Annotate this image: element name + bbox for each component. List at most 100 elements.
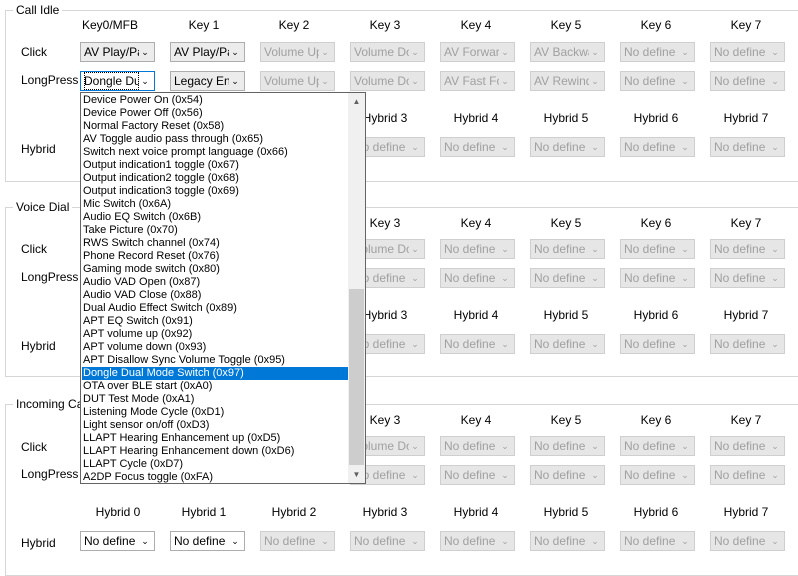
call-idle-click-key2-select: Volume Up ⌄: [260, 42, 335, 62]
column-header: Hybrid 7: [723, 505, 769, 519]
call-idle-hybrid-key4-select: No define ⌄: [440, 137, 515, 157]
voice-dial-click-key5-select: No define ⌄: [530, 239, 605, 259]
select-value: No define: [444, 534, 496, 548]
dropdown-option[interactable]: Output indication3 toggle (0x69): [82, 185, 349, 198]
select-value: Volume Up: [264, 74, 319, 88]
select-value: No define: [534, 534, 586, 548]
column-header: Key 4: [460, 18, 492, 32]
hybrid-header: Hybrid 5: [543, 308, 589, 322]
column-header: Key 5: [550, 413, 582, 427]
dropdown-option[interactable]: Audio EQ Switch (0x6B): [82, 211, 349, 224]
select-value: No define: [714, 534, 766, 548]
dropdown-option[interactable]: Mic Switch (0x6A): [82, 198, 349, 211]
select-value: No define: [444, 242, 496, 256]
incoming-call-longpress-key5-select: No define ⌄: [530, 465, 605, 485]
chevron-down-icon: ⌄: [141, 47, 149, 57]
chevron-down-icon: ⌄: [771, 339, 779, 349]
action-dropdown-list[interactable]: Device Power On (0x54) Device Power Off (…: [80, 92, 366, 484]
chevron-down-icon: ⌄: [591, 76, 599, 86]
call-idle-click-key1-select[interactable]: AV Play/Pause⌄: [170, 42, 245, 62]
dropdown-option[interactable]: Dongle Dual Mode Switch (0x97): [82, 367, 349, 380]
dropdown-option[interactable]: DUT Test Mode (0xA1): [82, 393, 349, 406]
voice-dial-hybrid-key4-select: No define ⌄: [440, 334, 515, 354]
select-value: No define: [534, 242, 586, 256]
voice-dial-longpress-key4-select: No define ⌄: [440, 268, 515, 288]
select-value: No define: [624, 140, 676, 154]
chevron-down-icon: ⌄: [411, 470, 419, 480]
dropdown-option[interactable]: RWS Switch channel (0x74): [82, 237, 349, 250]
select-value: No define: [624, 337, 676, 351]
hybrid-header: Hybrid 5: [543, 111, 589, 125]
dropdown-option[interactable]: Device Power Off (0x56): [82, 107, 349, 120]
dropdown-option[interactable]: Audio VAD Open (0x87): [82, 276, 349, 289]
dropdown-option[interactable]: LLAPT Cycle (0xD7): [82, 458, 349, 471]
chevron-down-icon: ⌄: [681, 339, 689, 349]
dropdown-option[interactable]: APT volume down (0x93): [82, 341, 349, 354]
column-header: Key 5: [550, 216, 582, 230]
dropdown-option[interactable]: APT volume up (0x92): [82, 328, 349, 341]
select-value: No define: [714, 439, 766, 453]
hybrid-header: Hybrid 6: [633, 111, 679, 125]
incoming-call-hybrid-key4-select: No define ⌄: [440, 531, 515, 551]
chevron-down-icon: ⌄: [141, 76, 149, 86]
dropdown-option[interactable]: Phone Record Reset (0x76): [82, 250, 349, 263]
dropdown-option[interactable]: LLAPT Hearing Enhancement up (0xD5): [82, 432, 349, 445]
column-header: Hybrid 2: [271, 505, 317, 519]
call-idle-click-key4-select: AV Forward⌄: [440, 42, 515, 62]
dropdown-option[interactable]: AV Toggle audio pass through (0x65): [82, 133, 349, 146]
voice-dial-longpress-key7-select: No define ⌄: [710, 268, 785, 288]
chevron-down-icon: ⌄: [501, 244, 509, 254]
call-idle-click-key0-select[interactable]: AV Play/Pause⌄: [80, 42, 155, 62]
scroll-thumb[interactable]: [349, 289, 364, 465]
chevron-down-icon: ⌄: [591, 470, 599, 480]
chevron-down-icon: ⌄: [681, 536, 689, 546]
select-value: No define: [264, 534, 316, 548]
scroll-down-arrow-icon[interactable]: ▼: [348, 466, 365, 483]
dropdown-scrollbar[interactable]: ▲ ▼: [348, 93, 365, 483]
select-value: No define: [624, 271, 676, 285]
incoming-call-hybrid-key1-select[interactable]: No define ⌄: [170, 531, 245, 551]
group-title: Call Idle: [13, 3, 63, 17]
select-value: No define: [714, 45, 766, 59]
dropdown-option[interactable]: Take Picture (0x70): [82, 224, 349, 237]
chevron-down-icon: ⌄: [771, 244, 779, 254]
incoming-call-hybrid-key7-select: No define ⌄: [710, 531, 785, 551]
dropdown-option[interactable]: APT Disallow Sync Volume Toggle (0x95): [82, 354, 349, 367]
voice-dial-longpress-key6-select: No define ⌄: [620, 268, 695, 288]
column-header: Key 7: [730, 413, 762, 427]
voice-dial-click-key7-select: No define ⌄: [710, 239, 785, 259]
dropdown-option[interactable]: Light sensor on/off (0xD3): [82, 419, 349, 432]
dropdown-option[interactable]: OTA over BLE start (0xA0): [82, 380, 349, 393]
dropdown-option[interactable]: A2DP Focus toggle (0xFA): [82, 471, 349, 483]
dropdown-option[interactable]: Audio VAD Close (0x88): [82, 289, 349, 302]
dropdown-option[interactable]: Normal Factory Reset (0x58): [82, 120, 349, 133]
dropdown-option[interactable]: Dual Audio Effect Switch (0x89): [82, 302, 349, 315]
dropdown-option[interactable]: Output indication1 toggle (0x67): [82, 159, 349, 172]
dropdown-option[interactable]: Device Power On (0x54): [82, 94, 349, 107]
chevron-down-icon: ⌄: [501, 47, 509, 57]
call-idle-longpress-key1-select[interactable]: Legacy Enter⌄: [170, 71, 245, 91]
select-value: No define: [624, 45, 676, 59]
dropdown-option[interactable]: Listening Mode Cycle (0xD1): [82, 406, 349, 419]
select-value: No define: [714, 140, 766, 154]
scroll-up-arrow-icon[interactable]: ▲: [348, 93, 365, 110]
dropdown-option[interactable]: Switch next voice prompt language (0x66): [82, 146, 349, 159]
dropdown-option[interactable]: LLAPT Hearing Enhancement down (0xD6): [82, 445, 349, 458]
dropdown-option[interactable]: Gaming mode switch (0x80): [82, 263, 349, 276]
call-idle-longpress-key4-select: AV Fast Forward⌄: [440, 71, 515, 91]
call-idle-longpress-key0-select[interactable]: Dongle Dual Mode Switch⌄: [80, 71, 155, 91]
voice-dial-hybrid-key6-select: No define ⌄: [620, 334, 695, 354]
incoming-call-click-key5-select: No define ⌄: [530, 436, 605, 456]
dropdown-option[interactable]: APT EQ Switch (0x91): [82, 315, 349, 328]
dropdown-option[interactable]: Output indication2 toggle (0x68): [82, 172, 349, 185]
group-title: Voice Dial: [13, 200, 73, 214]
row-label-click: Click: [21, 242, 47, 256]
incoming-call-hybrid-key0-select[interactable]: No define ⌄: [80, 531, 155, 551]
select-value: AV Play/Pause: [84, 45, 139, 59]
chevron-down-icon: ⌄: [591, 244, 599, 254]
chevron-down-icon: ⌄: [231, 76, 239, 86]
chevron-down-icon: ⌄: [501, 470, 509, 480]
chevron-down-icon: ⌄: [771, 536, 779, 546]
chevron-down-icon: ⌄: [681, 273, 689, 283]
voice-dial-longpress-key5-select: No define ⌄: [530, 268, 605, 288]
